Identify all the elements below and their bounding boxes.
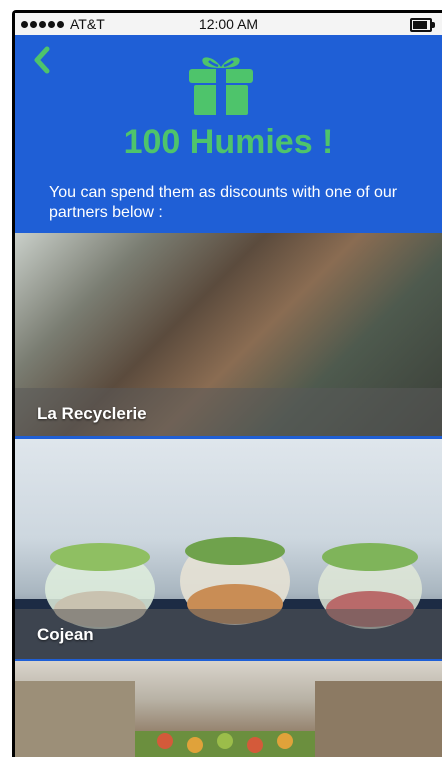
status-bar: AT&T 12:00 AM [15, 13, 442, 35]
humies-count-title: 100 Humies ! [123, 123, 334, 161]
gift-icon [189, 57, 253, 115]
battery-icon [410, 18, 435, 32]
partner-name: Cojean [37, 625, 94, 644]
app-screen: AT&T 12:00 AM 100 Humies ! You can spend… [15, 13, 442, 757]
partners-subtitle: You can spend them as discounts with one… [49, 184, 398, 221]
status-time: 12:00 AM [198, 16, 259, 32]
grocery-store-image [15, 681, 442, 757]
partner-card-grocery[interactable] [15, 661, 442, 757]
partner-name: La Recyclerie [37, 404, 147, 423]
phone-frame: AT&T 12:00 AM 100 Humies ! You can spend… [12, 10, 442, 757]
partner-card-la-recyclerie[interactable]: La Recyclerie [15, 233, 442, 436]
chevron-left-icon[interactable] [29, 45, 59, 75]
partner-card-cojean[interactable]: Cojean [15, 439, 442, 659]
header: 100 Humies ! You can spend them as disco… [15, 35, 442, 233]
